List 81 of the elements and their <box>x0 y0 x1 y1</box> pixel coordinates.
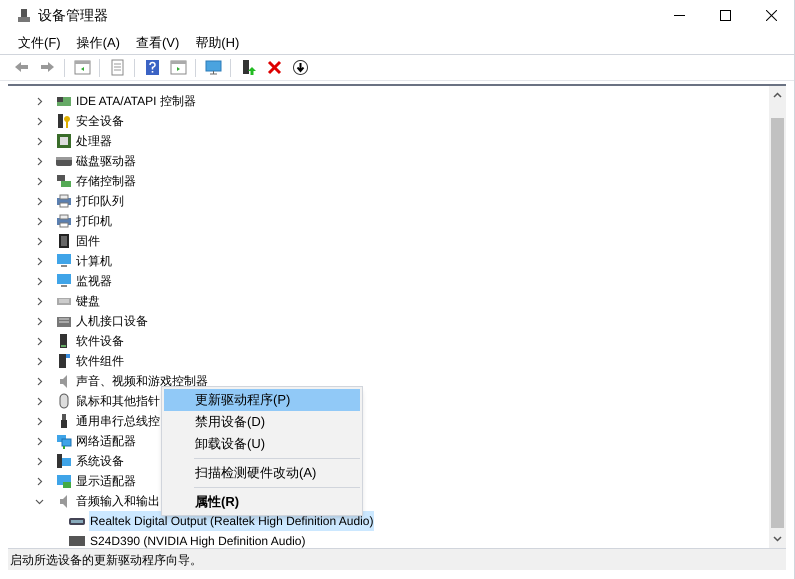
device-icon <box>56 253 72 269</box>
tree-item[interactable]: 显示适配器 <box>75 471 137 491</box>
expand-chevron-icon[interactable] <box>35 476 44 486</box>
window-title: 设备管理器 <box>38 6 108 25</box>
expand-chevron-icon[interactable] <box>35 336 44 346</box>
expand-chevron-icon[interactable] <box>35 196 44 206</box>
menu-item[interactable]: 文件(F) <box>10 32 69 52</box>
menu-item[interactable]: 查看(V) <box>128 32 188 52</box>
context-menu-item[interactable]: 更新驱动程序(P) <box>164 389 360 411</box>
tree-item[interactable]: 计算机 <box>75 251 113 271</box>
expand-chevron-icon[interactable] <box>35 356 44 366</box>
expand-chevron-icon[interactable] <box>35 96 44 106</box>
tree-item[interactable]: 键盘 <box>75 291 101 311</box>
scroll-up-icon[interactable] <box>773 92 782 98</box>
expand-chevron-icon[interactable] <box>35 116 44 126</box>
close-icon <box>766 10 776 21</box>
tree-item[interactable]: 鼠标和其他指针 <box>75 391 161 411</box>
device-icon <box>56 173 72 189</box>
device-icon <box>56 273 72 289</box>
monitor-icon <box>204 59 222 76</box>
expand-chevron-icon[interactable] <box>35 156 44 166</box>
device-icon <box>56 213 72 229</box>
tree-item[interactable]: 网络适配器 <box>75 431 137 451</box>
expand-chevron-icon[interactable] <box>35 136 44 146</box>
tree-item[interactable]: 软件设备 <box>75 331 125 351</box>
device-icon <box>56 453 72 469</box>
menu-item[interactable]: 帮助(H) <box>187 32 248 52</box>
scroll-thumb[interactable] <box>771 118 784 528</box>
scrollbar[interactable] <box>769 86 786 548</box>
tree-item[interactable]: 声音、视频和游戏控制器 <box>75 371 209 391</box>
tree-item[interactable]: 音频输入和输出 <box>75 491 161 511</box>
tree-item[interactable]: 安全设备 <box>75 111 125 131</box>
expand-chevron-icon[interactable] <box>35 376 44 386</box>
tree-item[interactable]: 固件 <box>75 231 101 251</box>
tree-item[interactable]: 打印队列 <box>75 191 125 211</box>
tree-item[interactable]: 通用串行总线控 <box>75 411 161 431</box>
scroll-down-icon[interactable] <box>773 536 782 542</box>
status-text: 启动所选设备的更新驱动程序向导。 <box>10 552 202 568</box>
context-menu-item[interactable]: 属性(R) <box>164 491 360 513</box>
device-icon <box>56 193 72 209</box>
context-menu-item[interactable]: 禁用设备(D) <box>164 411 360 433</box>
context-menu-item[interactable]: 扫描检测硬件改动(A) <box>164 462 360 484</box>
tree-item[interactable]: 软件组件 <box>75 351 125 371</box>
help-icon <box>144 59 160 76</box>
expand-chevron-icon[interactable] <box>35 256 44 266</box>
document-icon <box>108 59 126 76</box>
expand-chevron-icon[interactable] <box>35 316 44 326</box>
tree-item[interactable]: S24D390 (NVIDIA High Definition Audio) <box>89 531 306 548</box>
tree-item[interactable]: 人机接口设备 <box>75 311 149 331</box>
device-icon <box>56 133 72 149</box>
device-icon <box>56 473 72 489</box>
expand-chevron-icon[interactable] <box>35 216 44 226</box>
down-arrow-circle-icon <box>292 59 308 76</box>
expand-chevron-icon[interactable] <box>35 296 44 306</box>
app-icon <box>18 8 30 22</box>
device-icon <box>56 233 72 249</box>
expand-chevron-icon[interactable] <box>35 436 44 446</box>
expand-chevron-icon[interactable] <box>35 176 44 186</box>
tree-item[interactable]: IDE ATA/ATAPI 控制器 <box>75 91 197 111</box>
device-icon <box>56 113 72 129</box>
tree-item[interactable]: 监视器 <box>75 271 113 291</box>
tree-item[interactable]: 处理器 <box>75 131 113 151</box>
device-icon <box>68 533 86 548</box>
expand-chevron-icon[interactable] <box>35 276 44 286</box>
panel-icon <box>170 59 186 76</box>
cross-icon <box>266 59 282 76</box>
expand-chevron-icon[interactable] <box>35 236 44 246</box>
device-icon <box>56 433 72 449</box>
panel-icon <box>74 59 90 76</box>
expand-chevron-icon[interactable] <box>35 416 44 426</box>
tree-item[interactable]: 存储控制器 <box>75 171 137 191</box>
device-icon <box>56 353 72 369</box>
context-menu-item[interactable]: 卸载设备(U) <box>164 433 360 455</box>
collapse-chevron-icon[interactable] <box>35 496 44 506</box>
menu-item[interactable]: 操作(A) <box>68 32 128 52</box>
maximize-icon <box>720 10 730 21</box>
expand-chevron-icon[interactable] <box>35 456 44 466</box>
tree-item[interactable]: 打印机 <box>75 211 113 231</box>
tree-item[interactable]: 磁盘驱动器 <box>75 151 137 171</box>
expand-chevron-icon[interactable] <box>35 396 44 406</box>
tree-item[interactable]: 系统设备 <box>75 451 125 471</box>
